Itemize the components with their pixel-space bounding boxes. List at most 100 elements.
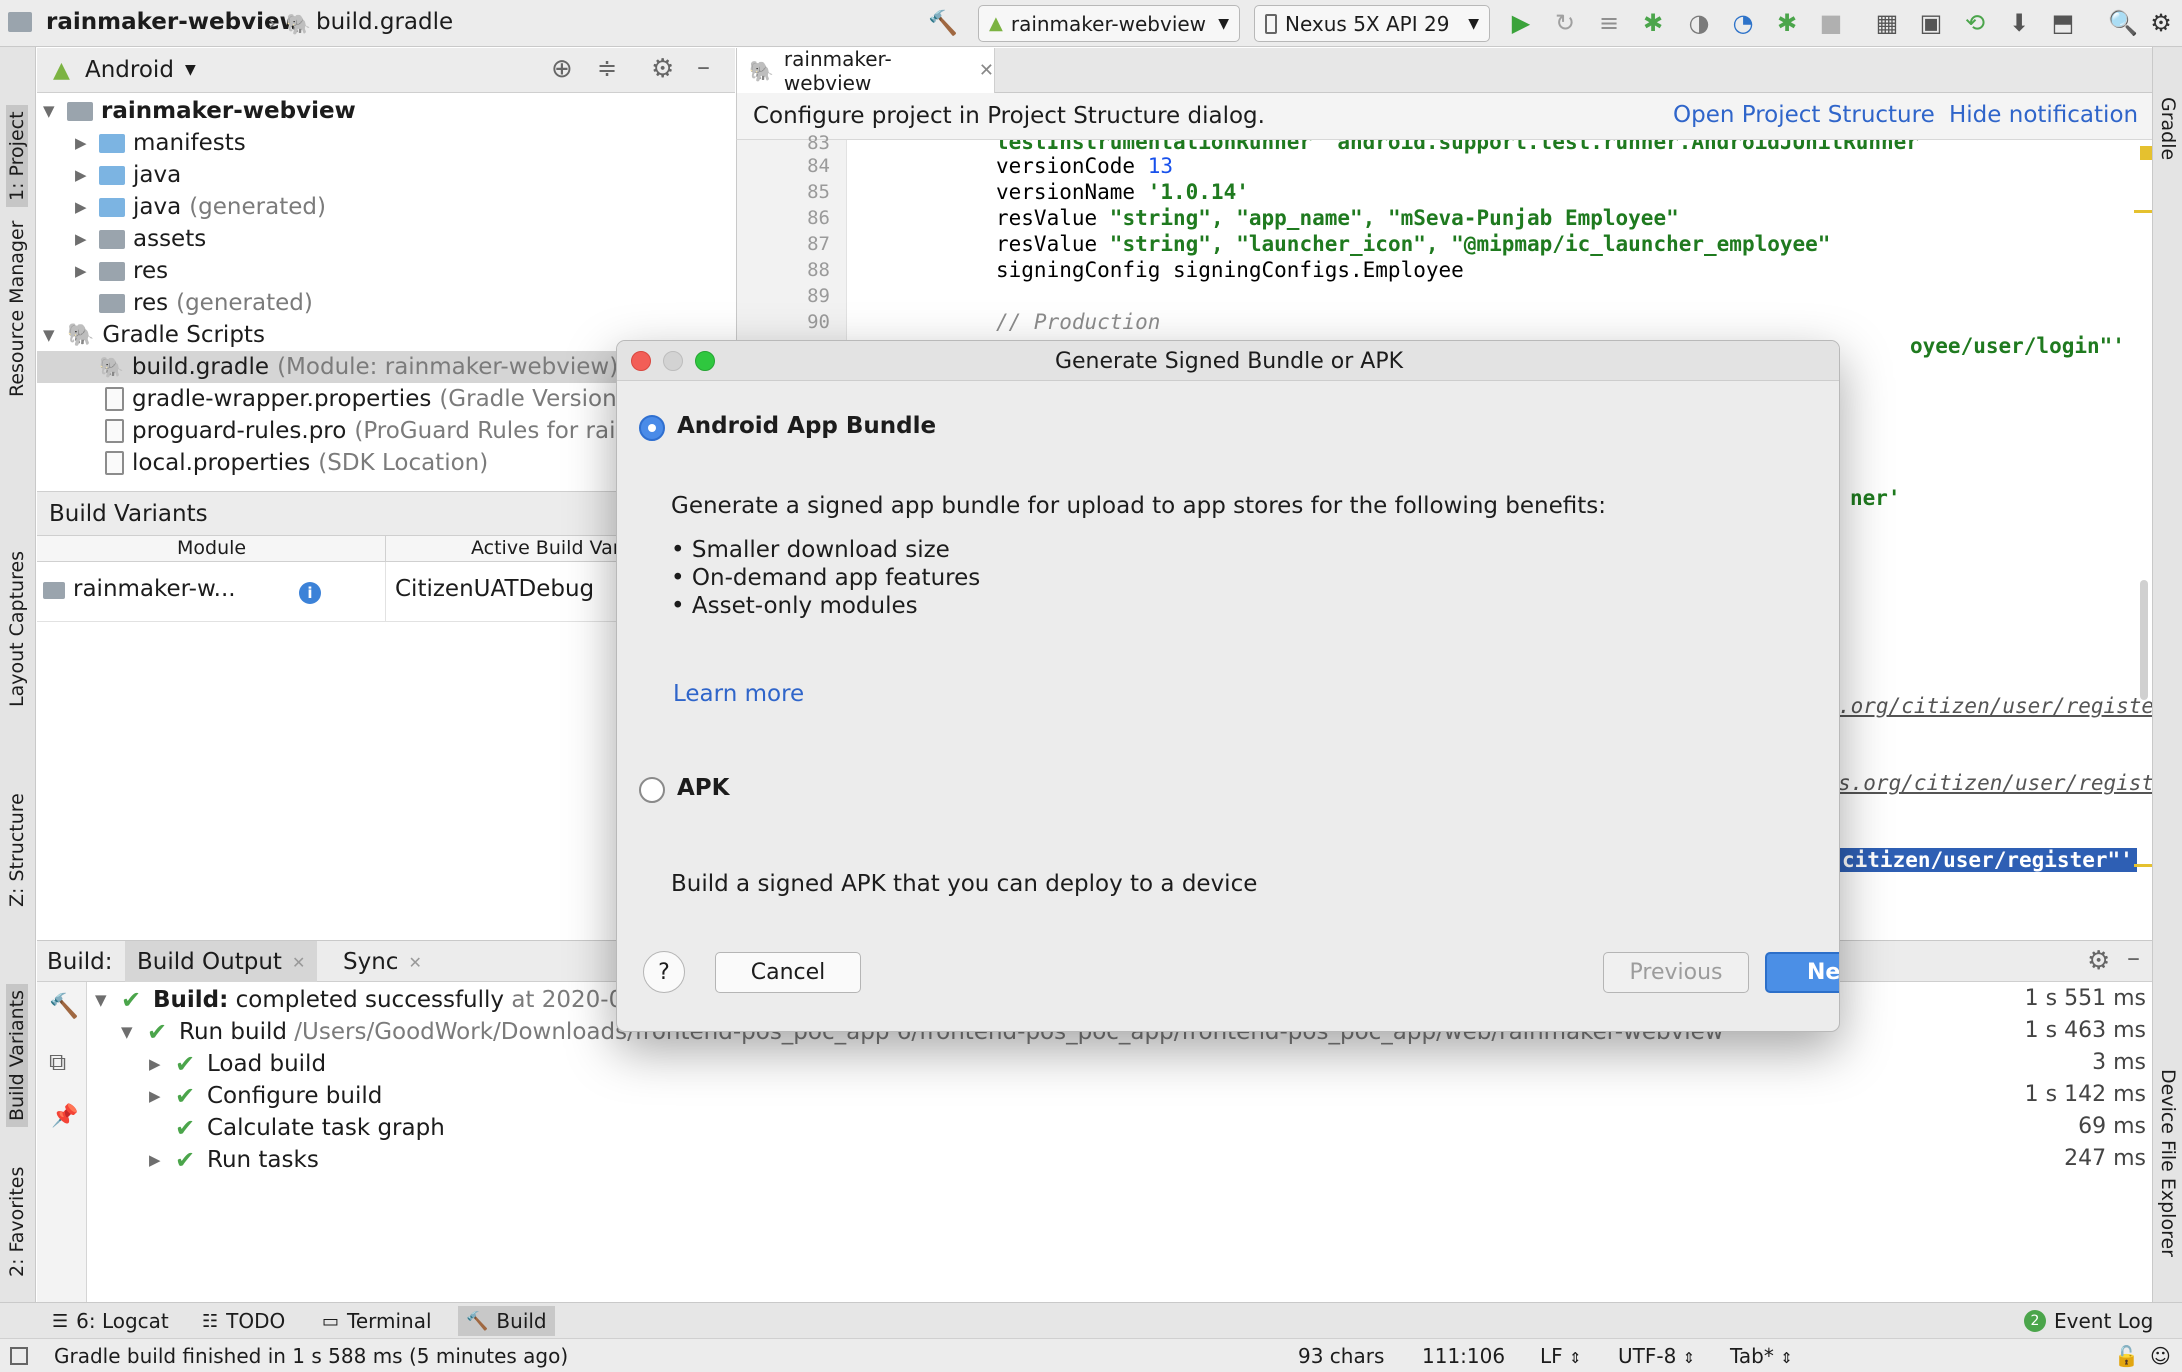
status-encoding[interactable]: UTF-8 ⇕: [1618, 1344, 1695, 1368]
run-configuration-select[interactable]: ▲ rainmaker-webview ▼: [978, 5, 1240, 42]
tree-item-res[interactable]: ▶ res: [75, 255, 168, 287]
tool-button-label: Event Log: [2054, 1309, 2154, 1333]
project-structure-icon[interactable]: ▦: [1872, 8, 1902, 38]
status-indent[interactable]: Tab* ⇕: [1730, 1344, 1793, 1368]
build-row-task-graph[interactable]: ✔ Calculate task graph: [175, 1112, 445, 1144]
debug-icon[interactable]: ✱: [1638, 8, 1668, 38]
apk-radio[interactable]: [639, 777, 665, 803]
collapse-all-icon[interactable]: ≑: [597, 54, 617, 82]
layout-inspector-icon[interactable]: ⬒: [2048, 8, 2078, 38]
lock-icon[interactable]: 🔓: [2114, 1344, 2139, 1368]
close-tab-icon[interactable]: ✕: [408, 953, 421, 972]
toggle-tool-windows-icon[interactable]: [10, 1347, 28, 1365]
build-row-configure-build[interactable]: ▶ ✔ Configure build: [149, 1080, 382, 1112]
tool-button-event-log[interactable]: 2 Event Log: [2016, 1306, 2161, 1336]
tree-root[interactable]: ▼ rainmaker-webview: [43, 95, 356, 127]
status-caret-position[interactable]: 111:106: [1422, 1344, 1505, 1368]
build-row-load-build[interactable]: ▶ ✔ Load build: [149, 1048, 326, 1080]
tree-item-java-generated[interactable]: ▶ java (generated): [75, 191, 326, 223]
run-icon[interactable]: ▶: [1506, 8, 1536, 38]
pin-tab-icon[interactable]: 📌: [51, 1104, 78, 1129]
tree-item-res-generated[interactable]: res (generated): [99, 287, 313, 319]
profile-icon[interactable]: ◔: [1728, 8, 1758, 38]
error-stripe-mark[interactable]: [2134, 210, 2152, 213]
learn-more-link[interactable]: Learn more: [673, 681, 804, 707]
inspector-icon[interactable]: ☺: [2150, 1344, 2171, 1368]
code-line: versionCode 13: [996, 154, 1173, 178]
status-line-separator[interactable]: LF ⇕: [1540, 1344, 1582, 1368]
tool-tab-project[interactable]: 1: Project: [6, 105, 28, 207]
tree-item-hint: (generated): [176, 290, 313, 316]
tool-button-logcat[interactable]: ☰ 6: Logcat: [44, 1306, 177, 1336]
expand-arrow-icon: ▼: [43, 326, 55, 344]
tool-tab-build-variants[interactable]: Build Variants: [6, 983, 28, 1127]
app-bundle-radio[interactable]: [639, 415, 665, 441]
stop-icon[interactable]: ■: [1816, 8, 1846, 38]
build-row-text: Run tasks: [207, 1147, 319, 1173]
make-project-hammer-icon[interactable]: 🔨: [928, 8, 958, 38]
tool-window-bar: ☰ 6: Logcat ☷ TODO ▭ Terminal 🔨 Build 2 …: [0, 1302, 2182, 1338]
breadcrumb-project[interactable]: rainmaker-webview: [46, 9, 301, 35]
sdk-manager-icon[interactable]: ⬇: [2004, 8, 2034, 38]
tree-item-manifests[interactable]: ▶ manifests: [75, 127, 246, 159]
tool-tab-resource-manager[interactable]: Resource Manager: [6, 221, 28, 397]
rebuild-hammer-icon[interactable]: 🔨: [49, 992, 79, 1020]
tree-item-java[interactable]: ▶ java: [75, 159, 181, 191]
tab-sync[interactable]: Sync ✕: [331, 941, 434, 983]
app-bundle-label[interactable]: Android App Bundle: [677, 413, 936, 439]
tree-item-gradle-wrapper[interactable]: gradle-wrapper.properties (Gradle Versio…: [105, 383, 626, 415]
tab-build-gradle[interactable]: 🐘 rainmaker-webview ✕: [737, 47, 995, 95]
collapse-arrow-icon: ▶: [75, 198, 87, 216]
tree-item-local-properties[interactable]: local.properties (SDK Location): [105, 447, 488, 479]
avd-manager-icon[interactable]: ▣: [1916, 8, 1946, 38]
apk-label[interactable]: APK: [677, 775, 729, 801]
warning-marker[interactable]: [2140, 146, 2152, 160]
toggle-view-icon[interactable]: ⧉: [49, 1048, 66, 1076]
editor-scrollbar[interactable]: [2140, 580, 2148, 700]
column-header-module[interactable]: Module: [177, 537, 246, 559]
breadcrumb-file[interactable]: build.gradle: [316, 9, 453, 35]
locate-file-icon[interactable]: ⊕: [551, 54, 573, 84]
tool-tab-gradle[interactable]: Gradle: [2157, 97, 2179, 160]
tool-button-build[interactable]: 🔨 Build: [458, 1306, 555, 1336]
project-view-select[interactable]: Android: [85, 57, 174, 83]
search-icon[interactable]: 🔍: [2108, 8, 2138, 38]
tree-item-assets[interactable]: ▶ assets: [75, 223, 206, 255]
tool-tab-layout-captures[interactable]: Layout Captures: [6, 551, 28, 707]
coverage-icon[interactable]: ◑: [1684, 8, 1714, 38]
chevron-down-icon[interactable]: ▼: [185, 62, 196, 78]
apply-changes-icon[interactable]: ↻: [1550, 8, 1580, 38]
apply-code-changes-icon[interactable]: ≡: [1594, 8, 1624, 38]
status-message[interactable]: Gradle build finished in 1 s 588 ms (5 m…: [54, 1344, 568, 1368]
hide-panel-icon[interactable]: –: [2127, 943, 2140, 973]
tool-tab-favorites[interactable]: 2: Favorites: [6, 1167, 28, 1277]
tool-tab-device-file-explorer[interactable]: Device File Explorer: [2157, 1069, 2179, 1257]
settings-icon[interactable]: ⚙: [2146, 8, 2176, 38]
open-project-structure-link[interactable]: Open Project Structure: [1673, 102, 1935, 128]
column-header-variant[interactable]: Active Build Var: [471, 537, 621, 559]
close-tab-icon[interactable]: ✕: [292, 953, 305, 972]
tree-item-proguard-rules[interactable]: proguard-rules.pro (ProGuard Rules for r…: [105, 415, 645, 447]
tab-build-output[interactable]: Build Output ✕: [125, 941, 318, 983]
device-select[interactable]: Nexus 5X API 29 ▼: [1254, 5, 1490, 42]
error-stripe-mark[interactable]: [2134, 864, 2152, 867]
previous-button[interactable]: Previous: [1603, 952, 1749, 993]
hide-notification-link[interactable]: Hide notification: [1949, 102, 2138, 128]
cancel-button[interactable]: Cancel: [715, 952, 861, 993]
help-button[interactable]: ?: [643, 951, 685, 993]
tool-tab-structure[interactable]: Z: Structure: [6, 793, 28, 907]
hide-panel-icon[interactable]: –: [697, 52, 710, 82]
build-row-run-tasks[interactable]: ▶ ✔ Run tasks: [149, 1144, 319, 1176]
row-active-variant[interactable]: CitizenUATDebug: [395, 576, 594, 602]
tool-button-terminal[interactable]: ▭ Terminal: [314, 1306, 440, 1336]
info-icon[interactable]: i: [299, 582, 321, 604]
panel-settings-icon[interactable]: ⚙: [2087, 946, 2110, 976]
sync-gradle-icon[interactable]: ⟲: [1960, 8, 1990, 38]
build-row-summary[interactable]: ▼ ✔ Build: completed successfully at 202…: [95, 984, 646, 1016]
panel-settings-icon[interactable]: ⚙: [651, 54, 674, 84]
tool-button-todo[interactable]: ☷ TODO: [194, 1306, 293, 1336]
close-tab-icon[interactable]: ✕: [979, 60, 994, 81]
next-button[interactable]: Next: [1765, 952, 1839, 993]
tree-item-gradle-scripts[interactable]: ▼ 🐘 Gradle Scripts: [43, 319, 265, 351]
attach-debugger-icon[interactable]: ✱: [1772, 8, 1802, 38]
